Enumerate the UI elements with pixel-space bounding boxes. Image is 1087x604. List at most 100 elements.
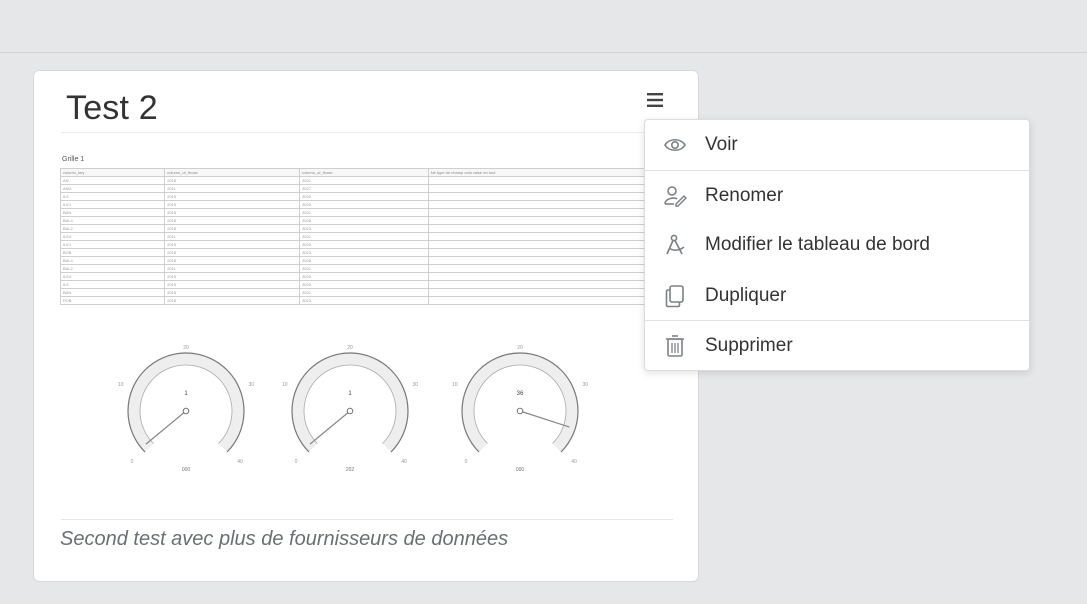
table-cell: 2018: [164, 256, 301, 265]
table-cell: BOB: [59, 248, 166, 257]
table-cell: [427, 232, 675, 241]
table-cell: 2015: [164, 288, 301, 297]
gauge-hub: [346, 407, 354, 415]
gauge-label: 1: [348, 391, 352, 397]
gauge-label: 202: [346, 467, 355, 473]
hamburger-menu-button[interactable]: [644, 89, 666, 111]
table-cell: ANG: [59, 184, 166, 193]
table-cell: 2019: [164, 192, 301, 201]
table-cell: 2023: [299, 224, 429, 233]
table-cell: BAL4: [59, 256, 166, 265]
table-row: ILE4 2011 2021: [59, 232, 675, 241]
table-cell: [427, 248, 675, 257]
gauge-label: 10: [118, 382, 124, 388]
table-cell: BAL4: [59, 216, 166, 225]
table-cell: 2019: [164, 240, 301, 249]
table-row: BAN 2015 2021: [59, 288, 675, 297]
compass-drafting-icon: [666, 234, 685, 255]
gauge-label: 40: [571, 459, 577, 465]
table-cell: 2011: [164, 264, 301, 273]
gauge-label: 30: [582, 382, 588, 388]
card-description: Second test avec plus de fournisseurs de…: [60, 528, 509, 550]
table-cell: [427, 216, 675, 225]
menu-item-label: Voir: [705, 134, 738, 155]
table-cell: ILE1: [59, 200, 166, 209]
gauge-band: [128, 353, 244, 453]
table-cell: 2021: [299, 288, 429, 297]
title-divider: [61, 132, 673, 133]
table-cell: 2023: [299, 248, 429, 257]
gauge-svg: 20 10 30 0 40 36 000: [452, 345, 588, 473]
table-cell: 2025: [299, 280, 429, 289]
top-bar: [0, 0, 1087, 53]
table-header-cell: column_key: [59, 168, 166, 177]
table-row: BOB 2018 2023: [59, 248, 675, 257]
table-cell: 2019: [164, 280, 301, 289]
gauge-label: 40: [401, 459, 407, 465]
table-cell: AN: [59, 176, 166, 185]
table-row: BAL4 2018 2028: [59, 216, 675, 225]
table-row: ILE 2019 2025: [59, 280, 675, 289]
gauge: 20 10 30 0 40 1 000: [116, 341, 256, 496]
gauge-needle: [309, 410, 351, 445]
table-row: BAL4 2018 2028: [59, 256, 675, 265]
user-edit-icon: [664, 186, 687, 207]
table-cell: BAN: [59, 288, 166, 297]
table-header-cell: column_of_those: [299, 168, 429, 177]
card-title: Test 2: [66, 89, 158, 127]
gauge-label: 36: [517, 391, 524, 397]
gauge: 20 10 30 0 40 36 000: [450, 341, 590, 496]
table-cell: 2011: [164, 184, 301, 193]
card-actions-menu: Voir Renomer Modifier le tableau de bord: [644, 119, 1030, 371]
eye-icon: [664, 138, 686, 152]
gauge-label: 0: [131, 459, 134, 465]
table-cell: 2015: [164, 208, 301, 217]
table-cell: 2018: [164, 176, 301, 185]
menu-item-voir[interactable]: Voir: [645, 120, 1029, 170]
gauge-label: 40: [237, 459, 243, 465]
menu-item-supprimer[interactable]: Supprimer: [645, 321, 1029, 371]
gauge: 20 10 30 0 40 1 202: [280, 341, 420, 496]
table-row: BAL2 2011 2021: [59, 264, 675, 273]
table-header-cell: Ne type de champ cela vaise en tout: [427, 168, 675, 177]
menu-item-label: Supprimer: [705, 335, 793, 356]
table-cell: [427, 280, 675, 289]
table-cell: 2028: [299, 216, 429, 225]
dashboard-preview: Grille 1 column_key column_of_those colu…: [59, 154, 675, 326]
gauge-label: 20: [517, 345, 523, 351]
table-cell: 2011: [164, 232, 301, 241]
gauge-hub: [182, 407, 190, 415]
table-row: POB 2018 2023: [59, 296, 675, 305]
table-header-row: column_key column_of_those column_of_tho…: [59, 168, 675, 177]
table-cell: [427, 272, 675, 281]
menu-item-modifier[interactable]: Modifier le tableau de bord: [645, 220, 1029, 270]
gauge-label: 1: [184, 391, 188, 397]
table-cell: ILE4: [59, 272, 166, 281]
menu-item-label: Modifier le tableau de bord: [705, 234, 930, 255]
table-cell: [427, 256, 675, 265]
table-cell: [427, 192, 675, 201]
table-row: ANG 2011 2027: [59, 184, 675, 193]
preview-table: column_key column_of_those column_of_tho…: [59, 168, 675, 305]
table-row: AN 2018 2021: [59, 176, 675, 185]
table-cell: 2018: [164, 216, 301, 225]
table-cell: BAL2: [59, 224, 166, 233]
menu-item-renomer[interactable]: Renomer: [645, 171, 1029, 221]
menu-item-label: Dupliquer: [705, 285, 787, 306]
dashboard-card[interactable]: Test 2 Grille 1 column_key column_of_tho…: [33, 70, 699, 582]
menu-item-dupliquer[interactable]: Dupliquer: [645, 271, 1029, 321]
gauge-label: 20: [347, 345, 353, 351]
gauge-band: [462, 353, 578, 453]
gauge-needle: [145, 410, 187, 445]
table-cell: 2018: [164, 248, 301, 257]
gauge-label: 0: [295, 459, 298, 465]
gauge-row: 20 10 30 0 40 1 000 20 10 30 0 40 1 202 20 10 30 0 40 36 0…: [60, 341, 674, 491]
table-cell: 2019: [164, 200, 301, 209]
table-cell: [427, 224, 675, 233]
table-cell: [427, 200, 675, 209]
table-cell: 2025: [299, 272, 429, 281]
table-row: ILE 2019 2020: [59, 192, 675, 201]
grid-title: Grille 1: [62, 156, 85, 163]
table-cell: 2020: [299, 192, 429, 201]
gauge-hub: [516, 407, 524, 415]
